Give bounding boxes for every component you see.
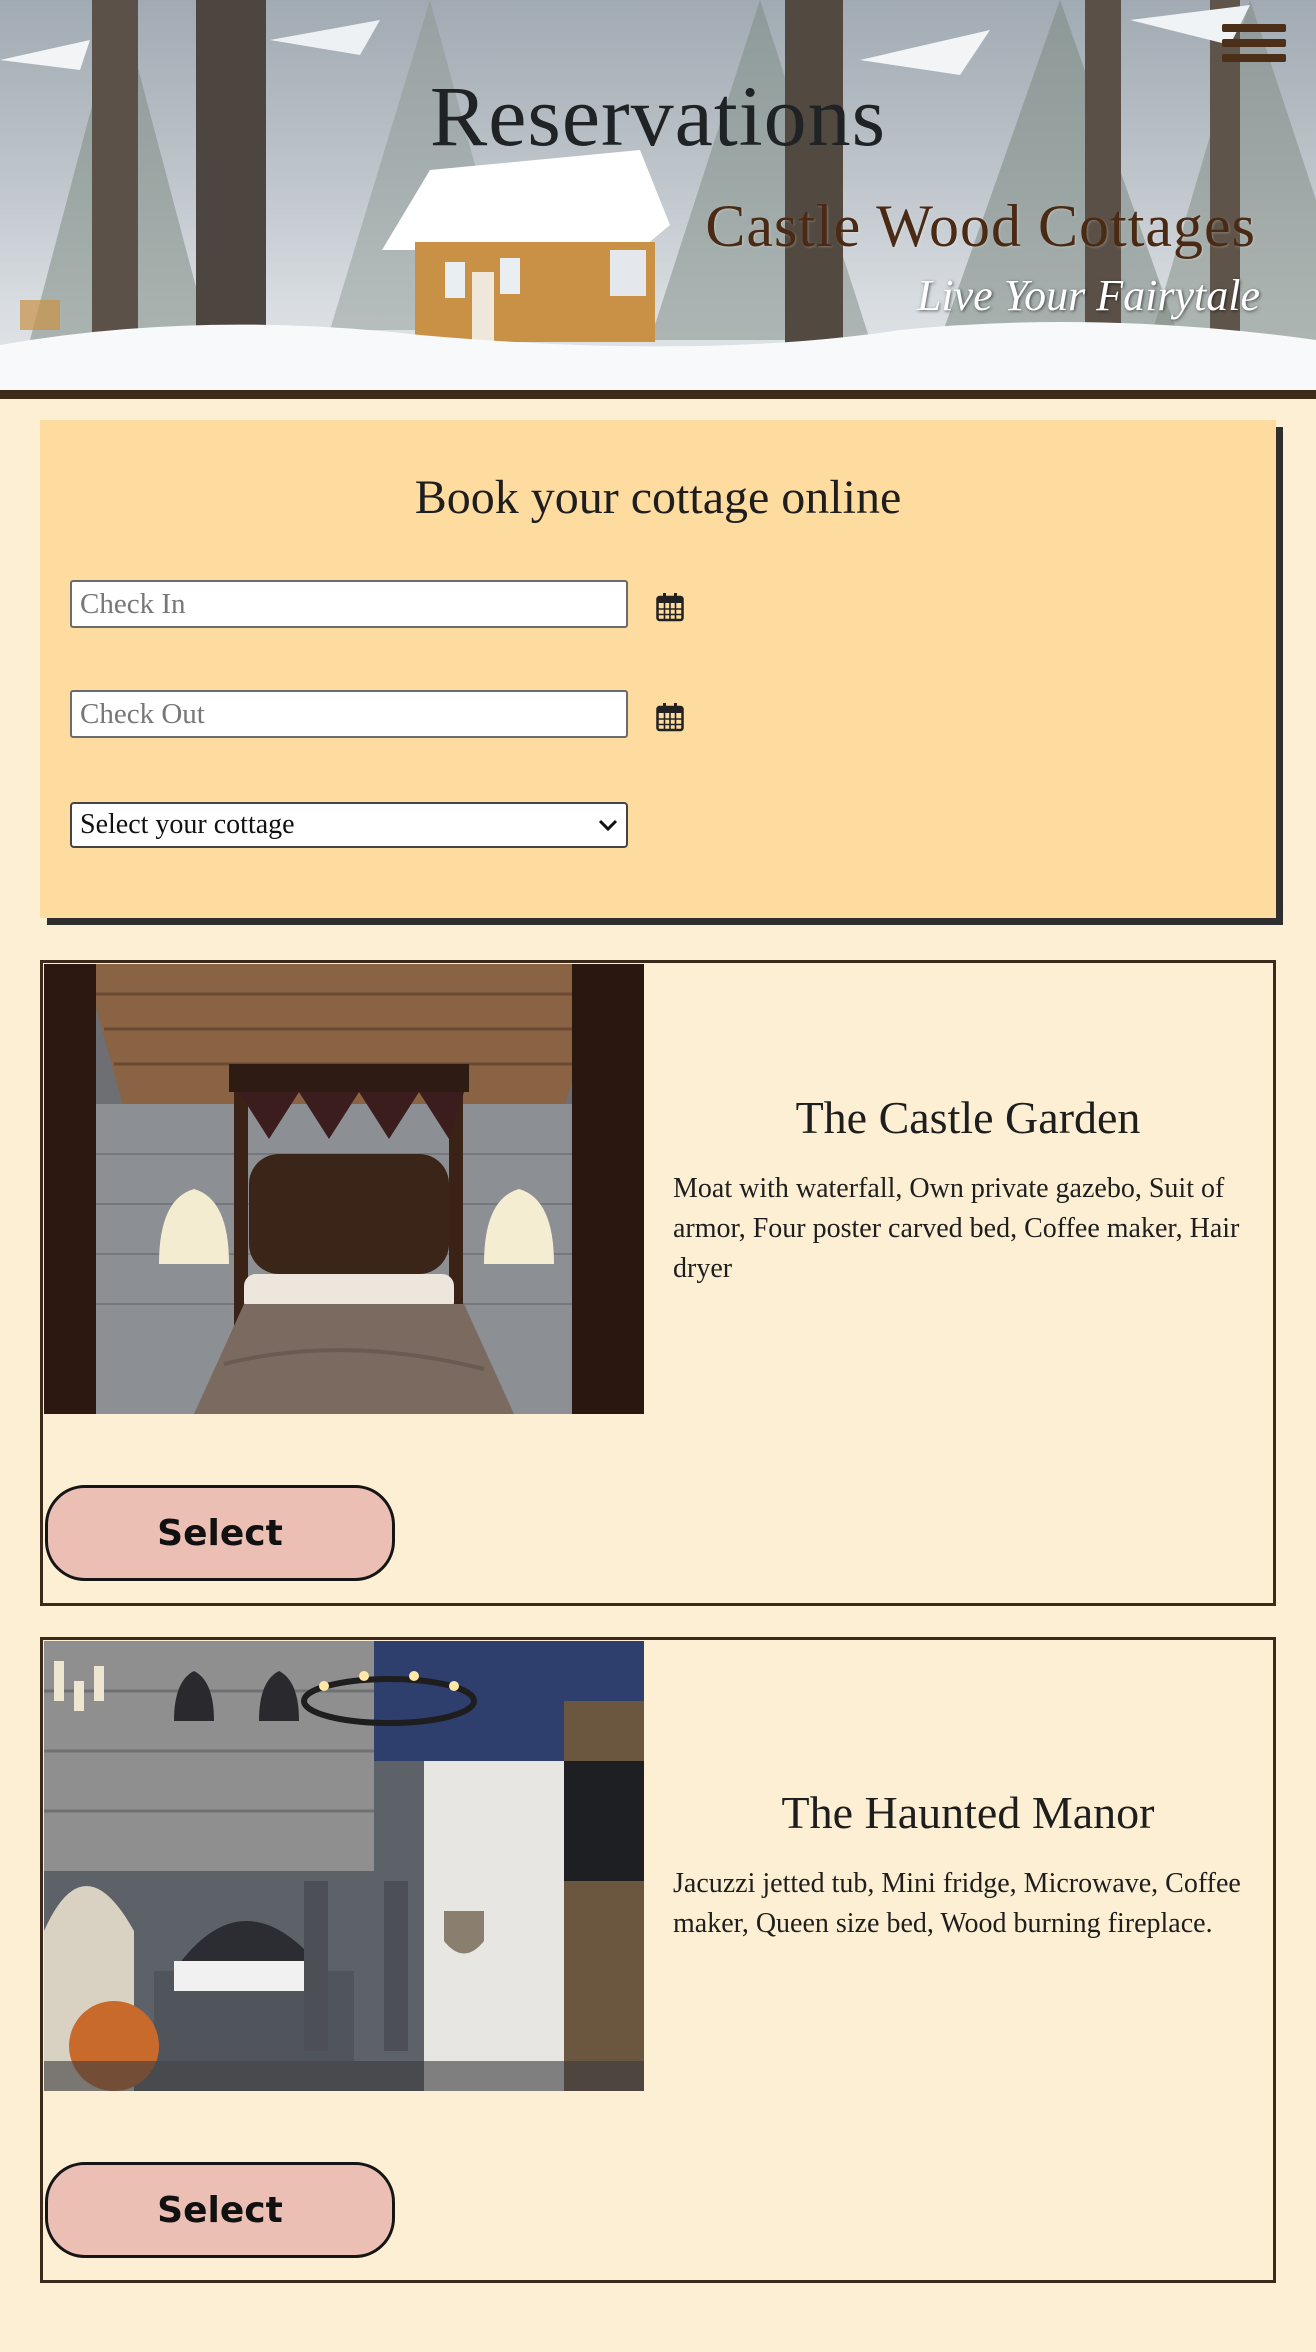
calendar-icon[interactable] (656, 702, 684, 732)
cottage-card: The Castle Garden Moat with waterfall, O… (40, 960, 1276, 1606)
hamburger-menu-icon[interactable] (1222, 24, 1286, 70)
brand-name: Castle Wood Cottages (705, 193, 1256, 259)
select-button[interactable]: Select (45, 2162, 395, 2258)
tagline: Live Your Fairytale (916, 271, 1260, 320)
cottage-name: The Haunted Manor (781, 1787, 1155, 1838)
cottage-description: Jacuzzi jetted tub, Mini fridge, Microwa… (673, 1868, 1241, 1939)
booking-panel: Book your cottage online Select your cot… (40, 420, 1276, 918)
cottage-select-value: Select your cottage (80, 809, 295, 840)
cottage-select[interactable]: Select your cottage (70, 802, 628, 848)
page-title: Reservations (429, 68, 887, 164)
cottage-card: The Haunted Manor Jacuzzi jetted tub, Mi… (40, 1637, 1276, 2283)
booking-title: Book your cottage online (414, 471, 902, 524)
chevron-down-icon (598, 819, 618, 832)
cottage-name: The Castle Garden (795, 1092, 1141, 1143)
cottage-description: Moat with waterfall, Own private gazebo,… (673, 1173, 1240, 1284)
haunted-manor-photo (44, 1641, 644, 2091)
check-in-input[interactable] (70, 580, 628, 628)
header-banner: Reservations Castle Wood Cottages Live Y… (0, 0, 1316, 390)
select-button[interactable]: Select (45, 1485, 395, 1581)
castle-garden-photo (44, 964, 644, 1414)
header-divider (0, 390, 1316, 399)
calendar-icon[interactable] (656, 592, 684, 622)
check-out-input[interactable] (70, 690, 628, 738)
